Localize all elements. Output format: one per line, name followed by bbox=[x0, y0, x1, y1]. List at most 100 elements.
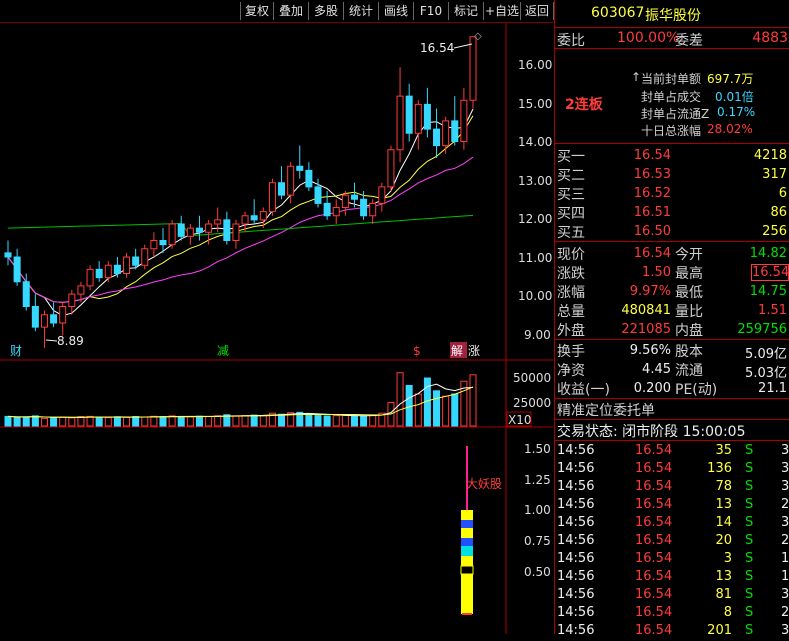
volume-bars bbox=[4, 372, 477, 427]
candle[interactable] bbox=[423, 87, 431, 138]
event-marker-caibao[interactable]: 财 bbox=[10, 344, 22, 358]
trade-side: S bbox=[745, 551, 754, 566]
candle[interactable] bbox=[168, 219, 176, 249]
xianjia-label: 现价 bbox=[557, 247, 585, 263]
trade-volume: 20 bbox=[715, 533, 732, 548]
kline-chart[interactable]: 16.00 15.00 14.00 13.00 12.00 11.00 10.0… bbox=[0, 22, 553, 634]
zhangdie-label: 涨跌 bbox=[557, 266, 585, 282]
price-tick: 9.00 bbox=[524, 328, 551, 342]
price-tick: 16.00 bbox=[518, 58, 552, 72]
trade-time: 14:56 bbox=[557, 587, 595, 602]
bid-price[interactable]: 16.54 bbox=[617, 148, 671, 163]
event-marker-jian[interactable]: 减 bbox=[217, 344, 229, 358]
volume-bar bbox=[22, 416, 30, 427]
pe-label: PE(动) bbox=[675, 382, 718, 398]
draw-line-button[interactable]: 画线 bbox=[378, 2, 413, 20]
back-button[interactable]: 返回 bbox=[520, 2, 554, 20]
candle[interactable] bbox=[232, 219, 240, 249]
candle[interactable] bbox=[451, 96, 459, 146]
trade-row: 14:56 16.54 81 S 3 bbox=[555, 587, 789, 605]
candle[interactable] bbox=[405, 83, 413, 142]
quote-panel: 603067 振华股份 委比 100.00% 委差 4883 2连板 ↑ 当前封… bbox=[554, 0, 789, 638]
candle[interactable] bbox=[104, 261, 112, 282]
seal-float-label: 封单占流通Z bbox=[641, 107, 710, 121]
waipan-value: 221085 bbox=[621, 322, 671, 337]
candle[interactable] bbox=[177, 215, 185, 241]
add-watchlist-button[interactable]: +自选 bbox=[483, 2, 520, 20]
event-marker-dollar[interactable]: $ bbox=[413, 344, 421, 358]
candle[interactable] bbox=[378, 182, 386, 212]
volume-tick: 25000 bbox=[513, 396, 551, 410]
volume-bar bbox=[232, 415, 240, 427]
trade-count: 2 bbox=[781, 605, 789, 620]
candle[interactable] bbox=[278, 166, 286, 200]
candle[interactable] bbox=[414, 100, 422, 150]
shouyi-label: 收益(一) bbox=[557, 382, 610, 398]
candle[interactable] bbox=[369, 199, 377, 224]
trade-volume: 13 bbox=[715, 569, 732, 584]
volume-bar bbox=[469, 374, 477, 427]
precise-order-link[interactable]: 精准定位委托单 bbox=[557, 400, 655, 420]
candle[interactable] bbox=[250, 199, 258, 224]
bid-price[interactable]: 16.51 bbox=[617, 205, 671, 220]
f10-button[interactable]: F10 bbox=[413, 2, 448, 20]
chart-toolbar: 复权 叠加 多股 统计 画线 F10 标记 +自选 返回 bbox=[0, 0, 554, 23]
overlay-button[interactable]: 叠加 bbox=[273, 2, 308, 20]
bid-price[interactable]: 16.50 bbox=[617, 224, 671, 239]
bid-price[interactable]: 16.52 bbox=[617, 186, 671, 201]
candle[interactable] bbox=[223, 211, 231, 245]
trade-time: 14:56 bbox=[557, 479, 595, 494]
jingzi-label: 净资 bbox=[557, 363, 585, 379]
candle[interactable] bbox=[305, 162, 313, 191]
multi-stock-button[interactable]: 多股 bbox=[308, 2, 343, 20]
candle[interactable] bbox=[40, 310, 48, 348]
candle[interactable] bbox=[195, 215, 203, 241]
trade-volume: 78 bbox=[715, 479, 732, 494]
candle[interactable] bbox=[113, 257, 121, 278]
candle[interactable] bbox=[268, 178, 276, 216]
trade-volume: 136 bbox=[707, 461, 732, 476]
candle[interactable] bbox=[95, 261, 103, 282]
candle[interactable] bbox=[469, 36, 477, 109]
candle[interactable] bbox=[86, 265, 94, 290]
volume-bar bbox=[159, 416, 167, 427]
volume-bar bbox=[50, 416, 58, 427]
candle[interactable] bbox=[141, 244, 149, 270]
mark-button[interactable]: 标记 bbox=[448, 2, 483, 20]
candle[interactable] bbox=[442, 116, 450, 154]
candle[interactable] bbox=[323, 191, 331, 220]
event-marker-jie[interactable]: 解 bbox=[451, 344, 463, 358]
candle[interactable] bbox=[13, 248, 21, 286]
candle[interactable] bbox=[387, 145, 395, 191]
candle[interactable] bbox=[50, 302, 58, 328]
candle[interactable] bbox=[460, 87, 468, 150]
volume-bar bbox=[341, 414, 349, 427]
bid-price[interactable]: 16.53 bbox=[617, 167, 671, 182]
candle[interactable] bbox=[31, 294, 39, 332]
trade-count: 3 bbox=[781, 623, 789, 638]
candle[interactable] bbox=[4, 240, 12, 266]
candle[interactable] bbox=[433, 108, 441, 159]
candle[interactable] bbox=[296, 145, 304, 179]
fuquan-button[interactable]: 复权 bbox=[240, 2, 273, 20]
trade-volume: 201 bbox=[707, 623, 732, 638]
candle[interactable] bbox=[150, 232, 158, 257]
volume-bar bbox=[323, 415, 331, 427]
volume-bar bbox=[68, 417, 76, 427]
guben-label: 股本 bbox=[675, 344, 703, 360]
event-marker-zhang[interactable]: 涨 bbox=[468, 343, 480, 358]
candle[interactable] bbox=[332, 199, 340, 224]
candle[interactable] bbox=[186, 224, 194, 245]
trade-side: S bbox=[745, 479, 754, 494]
stats-button[interactable]: 统计 bbox=[343, 2, 378, 20]
candle[interactable] bbox=[341, 191, 349, 216]
candle[interactable] bbox=[396, 67, 404, 163]
volume-bar bbox=[186, 416, 194, 427]
volume-bar bbox=[278, 413, 286, 427]
indicator-tick: 1.50 bbox=[524, 442, 551, 456]
volume-tick: 50000 bbox=[513, 371, 551, 385]
candle[interactable] bbox=[59, 302, 67, 336]
volume-bar bbox=[95, 416, 103, 427]
candle[interactable] bbox=[123, 252, 131, 278]
waipan-label: 外盘 bbox=[557, 323, 585, 339]
